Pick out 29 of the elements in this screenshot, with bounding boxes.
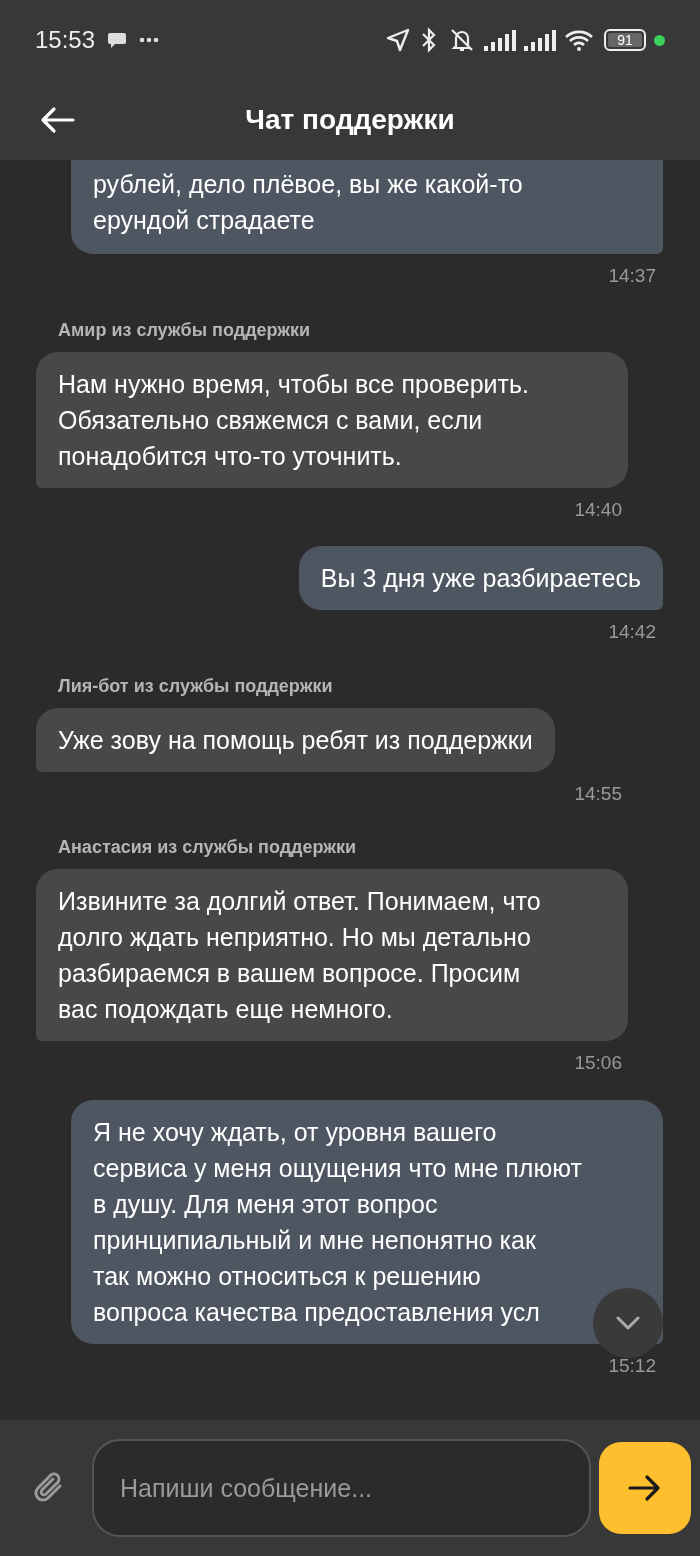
message-time: 15:12 <box>608 1353 656 1378</box>
wifi-icon <box>564 29 594 51</box>
location-icon <box>386 28 410 52</box>
sender-name: Амир из службы поддержки <box>58 318 311 342</box>
chevron-down-icon <box>616 1316 640 1330</box>
outgoing-message: Я не хочу ждать, от уровня вашего сервиса у меня ощущения что мне плюют в душу. Для меня этот вопрос принципиальный и мне непонятно как так можно относиться к решению вопроса качества предоставления усл <box>71 1099 663 1344</box>
incoming-message: Нам нужно время, чтобы все проверить. Обязательно свяжемся с вами, если понадобится что-то уточнить. <box>36 351 628 488</box>
send-button[interactable] <box>599 1442 691 1534</box>
signal-icon <box>524 29 556 51</box>
back-arrow-icon <box>39 106 75 134</box>
send-arrow-icon <box>628 1474 662 1502</box>
message-time: 14:37 <box>608 264 656 288</box>
message-time: 14:55 <box>574 781 622 806</box>
sender-name: Лия-бот из службы поддержки <box>58 674 333 698</box>
chat-title: Чат поддержки <box>245 103 455 137</box>
outgoing-message: рублей, дело плёвое, вы же какой-то ерундой страдаете <box>71 160 663 254</box>
message-time: 15:06 <box>574 1051 622 1075</box>
incoming-message: Извините за долгий ответ. Понимаем, что долго ждать неприятно. Но мы детально разбираемся в вашем вопросе. Просим вас подождать еще немного. <box>36 869 628 1041</box>
chat-bubble-icon <box>107 31 128 49</box>
incoming-message: Уже зову на помощь ребят из поддержки <box>36 707 555 772</box>
message-time: 14:40 <box>574 497 622 522</box>
sender-name: Анастасия из службы поддержки <box>58 836 357 859</box>
signal-icon <box>484 29 516 51</box>
more-icon <box>139 37 160 43</box>
status-time: 15:53 <box>35 25 96 55</box>
battery-level: 91 <box>608 33 642 47</box>
message-time: 14:42 <box>608 620 656 644</box>
message-input[interactable]: Напиши сообщение... <box>92 1439 591 1537</box>
outgoing-message: Вы 3 дня уже разбираетесь <box>298 546 663 610</box>
